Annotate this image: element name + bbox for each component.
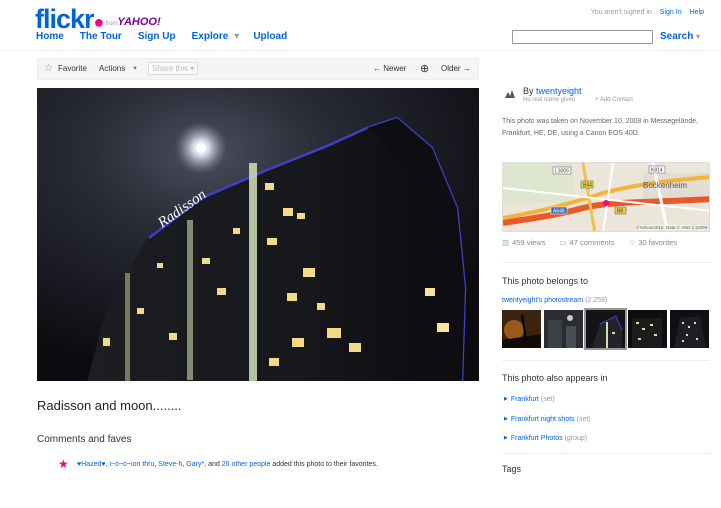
actions-button[interactable]: Actions — [99, 64, 125, 73]
favorites-count: ☆ 30 favorites — [628, 238, 678, 247]
views-icon: ▥ — [502, 238, 510, 247]
nav-explore[interactable]: Explore — [192, 31, 229, 42]
map-road-label: A648 — [553, 209, 565, 215]
comments-count: ▭ 47 comments — [559, 238, 615, 247]
search-input[interactable] — [512, 30, 653, 44]
fave-user[interactable]: ♥Hazed♥ — [77, 461, 106, 468]
logo-from: from — [105, 21, 118, 27]
owner-real-name: No real name given — [523, 97, 576, 103]
logo-dot: ● — [93, 12, 105, 32]
divider — [502, 453, 710, 454]
by-label: By — [523, 86, 534, 96]
set-name[interactable]: Frankfurt — [511, 396, 539, 403]
group-name[interactable]: Frankfurt Photos — [511, 435, 563, 442]
map-road-label: K814 — [651, 168, 663, 174]
photostream-count: (2,259) — [585, 297, 608, 304]
header-divider — [0, 50, 721, 51]
belongs-heading: This photo belongs to — [502, 276, 589, 286]
tags-heading: Tags — [502, 464, 522, 474]
map-copyright: ©Yahoo!2010, Data © AND (c)2009 — [636, 225, 707, 230]
set-kind: (set) — [576, 416, 591, 423]
add-contact-button[interactable]: + Add Contact — [595, 97, 633, 103]
fave-others-link[interactable]: 26 other people — [222, 461, 271, 468]
map-place-label: Bockenheim — [643, 181, 688, 190]
divider — [502, 360, 710, 361]
bullet-icon: ▶ — [504, 435, 508, 441]
star-icon[interactable]: ☆ — [44, 63, 53, 74]
thumbnail[interactable] — [502, 310, 541, 348]
star-icon: ☆ — [628, 238, 636, 247]
older-button[interactable]: Older → — [441, 64, 471, 73]
fave-user[interactable]: i~o~o~ion thru — [109, 461, 154, 468]
fave-user[interactable]: Gary* — [186, 461, 204, 468]
map-road-label: B8 — [617, 209, 623, 215]
chevron-down-icon[interactable]: ▾ — [696, 32, 700, 41]
photostream-label[interactable]: twentyeight's photostream — [502, 297, 583, 304]
thumbnail[interactable] — [670, 310, 709, 348]
fave-user[interactable]: Steve-h — [158, 461, 182, 468]
owner-byline: By twentyeight — [523, 86, 582, 96]
main-photo[interactable]: Radisson — [37, 88, 479, 381]
map-road-label: L3005 — [555, 169, 569, 175]
views-count: ▥ 459 views — [502, 238, 546, 247]
set-name[interactable]: Frankfurt night shots — [511, 416, 575, 423]
photo-image: Radisson — [37, 88, 479, 381]
faves-list: ♥Hazed♥, i~o~o~ion thru, Steve-h, Gary*,… — [77, 460, 417, 470]
photostream-thumbnails — [502, 308, 710, 350]
chevron-down-icon[interactable]: ▾ — [234, 31, 239, 42]
nav-upload[interactable]: Upload — [253, 31, 287, 42]
set-kind: (set) — [540, 396, 555, 403]
thumbnail[interactable] — [544, 310, 583, 348]
logo-text: flickr — [35, 4, 95, 34]
chevron-down-icon[interactable]: ▼ — [132, 66, 138, 72]
map-image: L3005 B44 A648 B8 K814 — [503, 163, 709, 231]
signin-bar: You aren't signed in Sign In Help — [591, 9, 704, 16]
divider — [502, 262, 710, 263]
photostream-link[interactable]: twentyeight's photostream (2,259) — [502, 297, 607, 304]
nav-home[interactable]: Home — [36, 31, 64, 42]
share-button[interactable]: Share this ▾ — [148, 62, 199, 75]
bullet-icon: ▶ — [504, 396, 508, 402]
location-map[interactable]: L3005 B44 A648 B8 K814 Bockenheim ©Yahoo… — [502, 162, 710, 232]
favorite-button[interactable]: Favorite — [58, 64, 87, 73]
flickr-logo[interactable]: flickr● fromYAHOO! — [35, 6, 161, 33]
buddy-icon[interactable] — [502, 86, 518, 102]
main-nav: Home The Tour Sign Up Explore ▾ Upload — [36, 31, 303, 42]
share-label: Share this — [152, 64, 189, 73]
nav-signup[interactable]: Sign Up — [138, 31, 176, 42]
thumbnail-current[interactable] — [584, 308, 627, 350]
faves-and: , and — [204, 461, 222, 468]
set-item[interactable]: ▶ Frankfurt night shots (set) — [504, 416, 591, 423]
bullet-icon: ▶ — [504, 416, 508, 422]
signin-link[interactable]: Sign In — [660, 9, 682, 16]
faves-suffix: added this photo to their favorites. — [270, 461, 378, 468]
search-button[interactable]: Search — [660, 31, 693, 42]
nav-tour[interactable]: The Tour — [80, 31, 122, 42]
signin-status: You aren't signed in — [590, 9, 652, 16]
help-link[interactable]: Help — [690, 9, 704, 16]
newer-button[interactable]: ← Newer — [373, 64, 406, 73]
fave-star-icon: ★ — [58, 457, 69, 471]
zoom-icon[interactable]: ⊕ — [420, 62, 429, 75]
comment-icon: ▭ — [559, 238, 567, 247]
map-road-label: B44 — [583, 183, 592, 189]
photo-toolbar: ☆ Favorite Actions ▼ Share this ▾ ← Newe… — [37, 58, 479, 80]
group-item[interactable]: ▶ Frankfurt Photos (group) — [504, 435, 587, 442]
set-item[interactable]: ▶ Frankfurt (set) — [504, 396, 555, 403]
photo-taken-info: This photo was taken on November 10, 200… — [502, 118, 699, 137]
owner-link[interactable]: twentyeight — [536, 86, 582, 96]
photo-title: Radisson and moon........ — [37, 398, 182, 413]
group-kind: (group) — [564, 435, 588, 442]
photo-stats: ▥ 459 views ▭ 47 comments ☆ 30 favorites — [502, 238, 677, 247]
appears-heading: This photo also appears in — [502, 373, 608, 383]
thumbnail[interactable] — [628, 310, 667, 348]
logo-yahoo: YAHOO! — [117, 16, 161, 28]
comments-heading: Comments and faves — [37, 434, 132, 445]
